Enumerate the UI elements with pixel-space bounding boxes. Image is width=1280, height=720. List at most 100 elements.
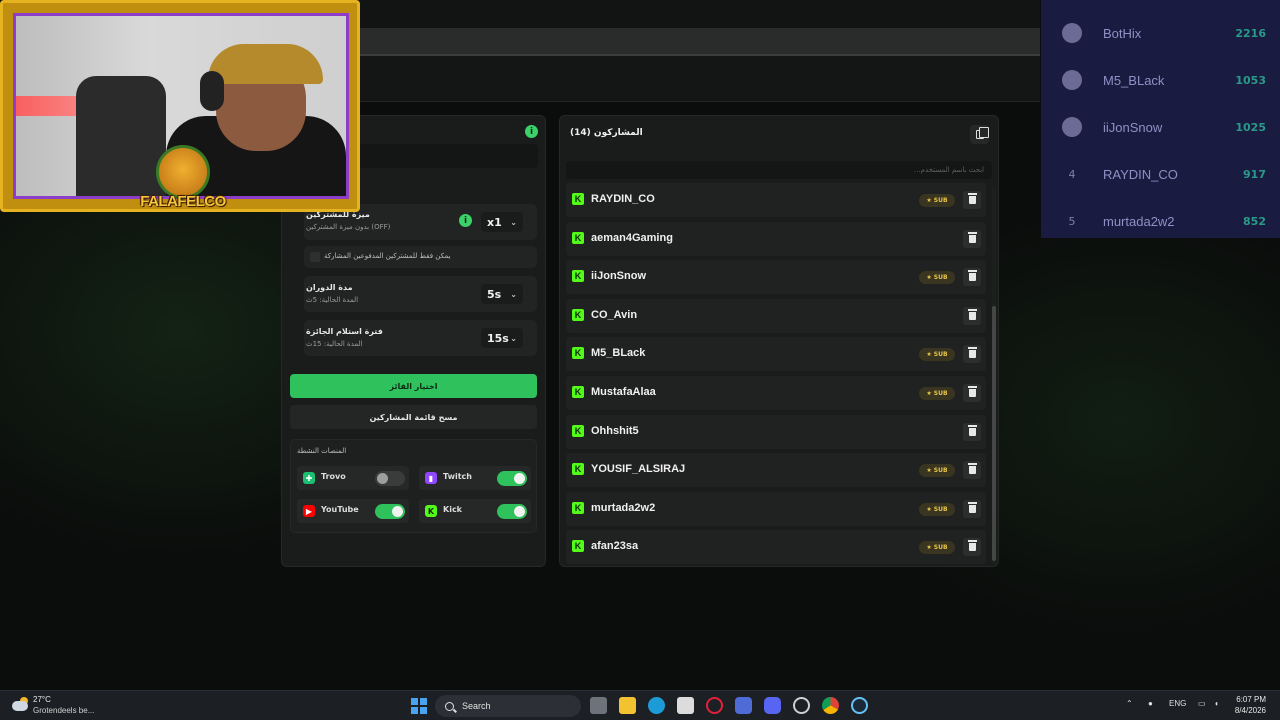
star-icon: ★ [926, 197, 932, 204]
weather-widget[interactable]: 27°C Grotendeels be... [12, 695, 132, 719]
toggle-knob [392, 506, 403, 517]
avatar [1062, 23, 1082, 43]
participant-name: aeman4Gaming [591, 231, 673, 244]
participant-search-input[interactable] [566, 161, 992, 179]
twitch-toggle[interactable] [497, 471, 527, 486]
kick-icon: K [572, 540, 584, 553]
kick-icon: K [572, 347, 584, 360]
discord-icon[interactable] [764, 697, 781, 714]
network-icon[interactable]: ▭ [1198, 699, 1206, 708]
info-icon[interactable]: i [459, 214, 472, 227]
sub-badge: ★ SUB [919, 502, 955, 516]
remove-participant-button[interactable] [963, 499, 981, 518]
remove-participant-button[interactable] [963, 422, 981, 441]
kick-icon: K [572, 193, 584, 205]
sub-badge: ★ SUB [919, 271, 955, 285]
trash-icon [967, 231, 977, 243]
participant-row: Kmurtada2w2 ★ SUB [566, 491, 986, 526]
remove-participant-button[interactable] [963, 229, 981, 248]
leaderboard-score: 1025 [1235, 120, 1266, 134]
trash-icon [967, 424, 977, 436]
windows-taskbar: 27°C Grotendeels be... Search ⌃ ● ENG ▭ … [0, 690, 1280, 720]
leaderboard-overlay: BotHix 2216 M5_BLack 1053 iiJonSnow 1025 4 RAYD… [1041, 0, 1280, 238]
kick-icon: K [572, 231, 584, 244]
task-view-icon[interactable] [590, 697, 607, 714]
leaderboard-rank: 4 [1068, 167, 1076, 181]
remove-participant-button[interactable] [963, 268, 981, 287]
participant-name: Ohhshit5 [591, 424, 639, 437]
toggle-knob [514, 506, 525, 517]
info-icon[interactable]: i [525, 125, 538, 138]
participant-name: murtada2w2 [591, 501, 656, 514]
windows-start-icon[interactable] [411, 698, 427, 714]
spin-duration-dropdown[interactable]: 5s ⌄ [481, 284, 523, 304]
remove-participant-button[interactable] [963, 345, 981, 364]
paid-only-card[interactable]: يمكن فقط للمشتركين المدفوعين المشاركة [304, 246, 537, 268]
twitch-icon: ▮ [425, 472, 437, 484]
scrollbar-thumb[interactable] [992, 306, 996, 561]
trash-icon [967, 463, 977, 475]
cloud-icon [12, 701, 28, 711]
sub-label: SUB [933, 197, 948, 204]
sub-badge: ★ SUB [919, 541, 955, 555]
trovo-toggle[interactable] [375, 471, 405, 486]
remove-participant-button[interactable] [963, 538, 981, 557]
kick-icon: K [572, 463, 584, 476]
opera-icon[interactable] [706, 697, 723, 714]
system-clock[interactable]: 6:07 PM 8/4/2026 [1235, 694, 1266, 716]
sub-label: SUB [933, 505, 948, 513]
trash-icon [967, 540, 977, 552]
language-indicator[interactable]: ENG [1169, 699, 1186, 708]
kick-toggle[interactable] [497, 504, 527, 519]
edge-icon[interactable] [648, 697, 665, 714]
participant-row: K CO_Avin [566, 298, 986, 333]
sub-badge: ★ SUB [919, 387, 955, 400]
store-icon[interactable] [677, 697, 694, 714]
participants-count: (14) [570, 128, 591, 138]
participant-row: K RAYDIN_CO ★ SUB [566, 183, 986, 217]
remove-participant-button[interactable] [963, 306, 981, 325]
app-icon[interactable] [793, 697, 810, 714]
youtube-toggle[interactable] [375, 504, 405, 519]
participant-name: CO_Avin [591, 308, 638, 321]
media-player-icon[interactable] [735, 697, 752, 714]
leaderboard-row: iiJonSnow 1025 [1041, 104, 1280, 150]
spin-duration-card: مدة الدوران المدة الحالية: 5ث 5s ⌄ [304, 276, 537, 312]
leaderboard-name: M5_BLack [1103, 72, 1165, 88]
multiplier-dropdown[interactable]: x1 ⌄ [481, 212, 523, 232]
trash-icon [967, 501, 977, 513]
chrome-icon[interactable] [822, 697, 839, 714]
participant-name: afan23sa [591, 540, 639, 553]
leaderboard-name: murtada2w2 [1103, 213, 1175, 229]
remove-participant-button[interactable] [963, 461, 981, 480]
avatar [1062, 70, 1082, 90]
kick-icon: K [572, 424, 584, 437]
remove-participant-button[interactable] [963, 191, 981, 209]
file-explorer-icon[interactable] [619, 697, 636, 714]
remove-participant-button[interactable] [963, 384, 981, 402]
taskbar-search[interactable]: Search [435, 695, 581, 717]
mascot-icon [156, 145, 210, 199]
clear-participants-button[interactable]: مسح قائمة المشاركين [290, 405, 537, 429]
tray-overflow-icon[interactable]: ⌃ [1126, 699, 1133, 708]
paid-only-label: يمكن فقط للمشتركين المدفوعين المشاركة [324, 252, 451, 260]
participant-scrollbar[interactable] [992, 186, 996, 564]
sub-badge: ★ SUB [919, 348, 955, 362]
star-icon: ★ [926, 274, 932, 282]
star-icon: ★ [926, 467, 932, 475]
pick-winner-button[interactable]: اختيار الفائز [290, 374, 537, 398]
claim-period-dropdown[interactable]: 15s ⌄ [481, 328, 523, 348]
microphone-icon[interactable]: ● [1148, 699, 1153, 708]
copy-button[interactable] [970, 125, 989, 144]
participant-name: YOUSIF_ALSIRAJ [591, 463, 686, 476]
platform-youtube: ▶ YouTube [297, 499, 409, 523]
claim-period-title: فترة استلام الجائزة [306, 327, 383, 336]
volume-icon[interactable]: ◖ [1214, 699, 1219, 708]
steam-icon[interactable] [851, 697, 868, 714]
claim-period-subtitle: المدة الحالية: 15ث [306, 340, 363, 348]
participant-row: KiiJonSnow ★ SUB [566, 260, 986, 295]
trash-icon [967, 308, 977, 320]
search-icon [445, 701, 454, 711]
paid-only-checkbox[interactable] [310, 252, 320, 262]
leaderboard-score: 2216 [1235, 26, 1266, 40]
